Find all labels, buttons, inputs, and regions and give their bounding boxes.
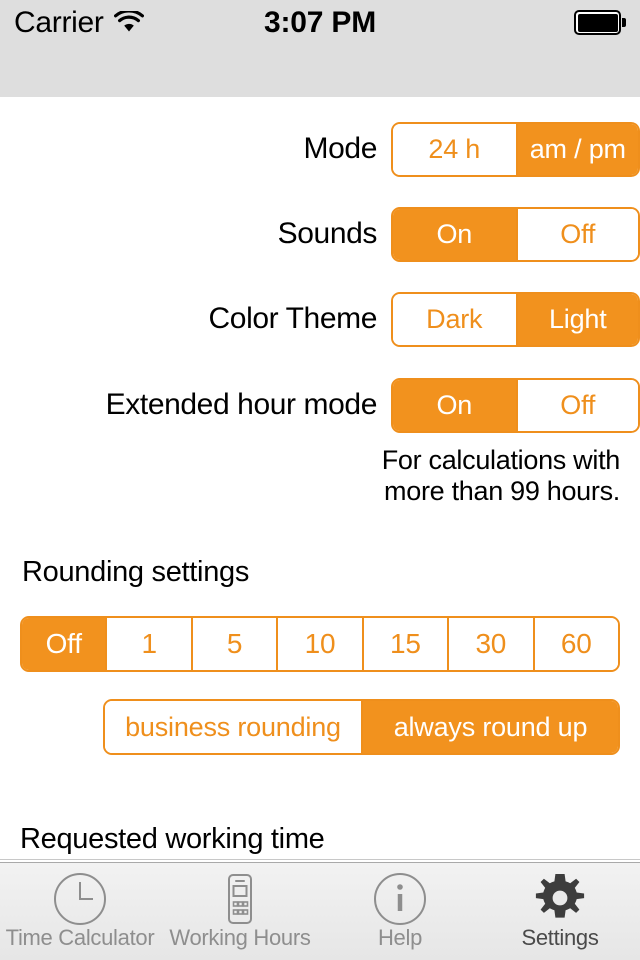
clock-icon [52, 871, 108, 927]
settings-content: Mode 24 h am / pm Sounds On Off Color Th… [0, 97, 640, 862]
extended-hour-mode-segmented-control[interactable]: On Off [391, 377, 640, 433]
extended-hour-mode-option-off[interactable]: Off [515, 379, 638, 431]
mode-option-24h[interactable]: 24 h [393, 123, 516, 175]
setting-row-mode: Mode 24 h am / pm [0, 121, 640, 177]
tab-help[interactable]: Help [320, 863, 480, 960]
tab-label-help: Help [377, 925, 423, 950]
gear-icon [532, 871, 588, 927]
setting-row-color-theme: Color Theme Dark Light [0, 291, 640, 347]
sounds-segmented-control[interactable]: On Off [391, 206, 640, 262]
setting-row-sounds: Sounds On Off [0, 206, 640, 262]
app-screen: Carrier 3:07 PM Mode 24 h am / pm Sounds… [0, 0, 640, 960]
rounding-interval-15[interactable]: 15 [361, 618, 448, 670]
tab-label-time-calculator: Time Calculator [5, 925, 155, 950]
rounding-interval-1[interactable]: 1 [105, 618, 191, 670]
rounding-interval-segmented-control[interactable]: Off 1 5 10 15 30 60 [20, 616, 620, 672]
hint-line-2: more than 99 hours. [384, 476, 620, 506]
section-title-rounding: Rounding settings [22, 556, 250, 588]
tab-working-hours[interactable]: Working Hours [160, 863, 320, 960]
tab-time-calculator[interactable]: Time Calculator [0, 863, 160, 960]
rounding-mode-always-round-up[interactable]: always round up [361, 701, 618, 753]
setting-label-color-theme: Color Theme [208, 302, 378, 335]
color-theme-option-dark[interactable]: Dark [393, 293, 516, 345]
rounding-interval-off[interactable]: Off [22, 618, 106, 670]
mode-segmented-control[interactable]: 24 h am / pm [391, 121, 640, 177]
color-theme-segmented-control[interactable]: Dark Light [391, 291, 640, 347]
status-bar: Carrier 3:07 PM [0, 0, 640, 97]
sounds-option-on[interactable]: On [393, 208, 516, 260]
mode-option-ampm[interactable]: am / pm [515, 123, 638, 175]
rounding-interval-60[interactable]: 60 [532, 618, 618, 670]
tab-bar: Time Calculator Working Hours Help Setti… [0, 862, 640, 960]
calculator-icon [212, 871, 268, 927]
tab-settings[interactable]: Settings [480, 863, 640, 960]
setting-row-extended-hour-mode: Extended hour mode On Off [0, 377, 640, 433]
extended-hour-mode-option-on[interactable]: On [393, 379, 516, 431]
rounding-mode-segmented-control[interactable]: business rounding always round up [103, 699, 620, 755]
rounding-mode-business[interactable]: business rounding [105, 701, 361, 753]
tab-label-working-hours: Working Hours [169, 925, 311, 950]
rounding-interval-30[interactable]: 30 [447, 618, 533, 670]
status-bar-clock: 3:07 PM [264, 6, 376, 39]
info-icon [372, 871, 428, 927]
setting-label-mode: Mode [303, 132, 378, 165]
color-theme-option-light[interactable]: Light [515, 293, 638, 345]
setting-label-extended-hour-mode: Extended hour mode [105, 388, 378, 421]
rounding-interval-5[interactable]: 5 [190, 618, 277, 670]
hint-line-1: For calculations with [381, 445, 621, 475]
sounds-option-off[interactable]: Off [515, 208, 638, 260]
extended-hour-mode-hint: For calculations with more than 99 hours… [320, 445, 621, 507]
section-title-requested-working-time: Requested working time [20, 823, 325, 855]
setting-label-sounds: Sounds [277, 217, 378, 250]
rounding-interval-10[interactable]: 10 [276, 618, 362, 670]
content-bottom-divider [0, 859, 640, 860]
tab-label-settings: Settings [521, 925, 599, 950]
battery-full-icon [574, 10, 626, 35]
